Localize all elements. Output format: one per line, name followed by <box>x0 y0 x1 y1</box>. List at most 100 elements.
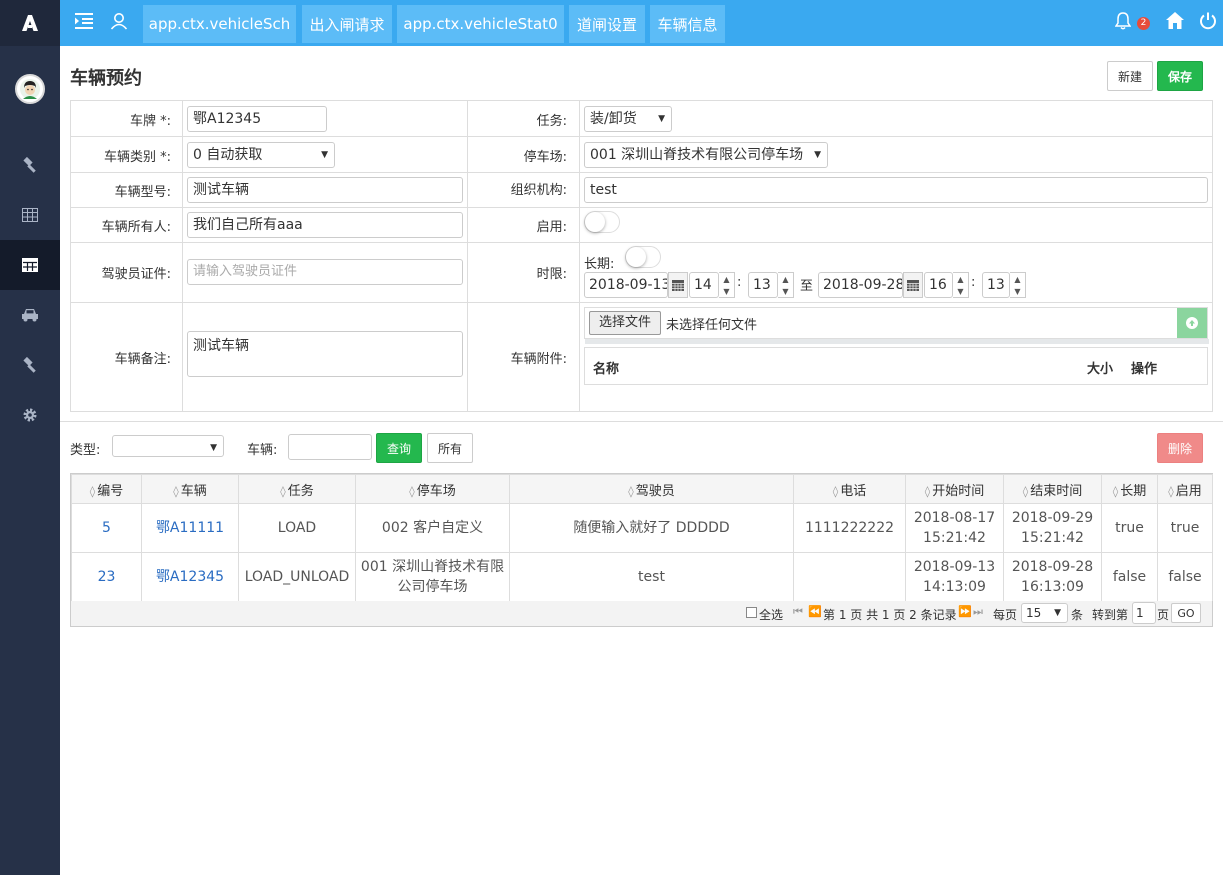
table-row[interactable]: 5 鄂A11111 LOAD 002 客户自定义 随便输入就好了 DDDDD 1… <box>71 503 1213 553</box>
next-page-icon[interactable]: ⏩ <box>958 605 972 618</box>
col-header-phone[interactable]: ◊ 电话 <box>793 474 906 504</box>
goto-page-input[interactable]: 1 <box>1132 602 1156 624</box>
start-calendar-button[interactable] <box>668 272 688 298</box>
cell-start: 2018-08-17 15:21:42 <box>905 503 1004 553</box>
col-header-vehicle[interactable]: ◊ 车辆 <box>141 474 239 504</box>
tab-vehicle-schedule[interactable]: app.ctx.vehicleSch <box>143 5 296 43</box>
time-colon: : <box>737 275 742 290</box>
tab-gate-request[interactable]: 出入闸请求 <box>302 5 392 43</box>
new-button[interactable]: 新建 <box>1107 61 1153 91</box>
reservation-table: ◊ 编号 ◊ 车辆 ◊ 任务 ◊ 停车场 ◊ 驾驶员 ◊ 电话 ◊ 开始时间 ◊ 结束时间 ◊ 长… <box>70 473 1213 603</box>
user-avatar-icon <box>20 79 40 99</box>
no-file-text: 未选择任何文件 <box>666 318 758 333</box>
tab-vehicle-info[interactable]: 车辆信息 <box>650 5 725 43</box>
parking-value: 001 深圳山脊技术有限公司停车场 <box>590 147 804 163</box>
attach-col-ops: 操作 <box>1131 362 1158 377</box>
end-min-input[interactable]: 13 <box>982 272 1010 298</box>
start-min-input[interactable]: 13 <box>748 272 778 298</box>
first-page-icon[interactable]: ⏮ <box>793 605 803 619</box>
cell-driver: 随便输入就好了 DDDDD <box>509 503 794 553</box>
select-all-checkbox[interactable] <box>746 607 757 618</box>
car-icon <box>22 309 38 322</box>
sidebar-item-table[interactable] <box>0 190 60 240</box>
sidebar-item-gate[interactable] <box>0 340 60 390</box>
cell-longterm: true <box>1101 503 1158 553</box>
plate-input[interactable]: 鄂A12345 <box>187 106 327 132</box>
vehicle-filter-label: 车辆: <box>247 443 278 458</box>
enable-toggle[interactable] <box>584 211 620 233</box>
sidebar-item-reservation[interactable] <box>0 240 60 290</box>
owner-label: 车辆所有人: <box>101 220 171 235</box>
parking-label: 停车场: <box>523 150 567 165</box>
start-min-spinner[interactable]: ▲ ▼ <box>778 272 794 298</box>
longterm-toggle[interactable] <box>625 246 661 268</box>
model-input[interactable]: 测试车辆 <box>187 177 463 203</box>
end-hour-input[interactable]: 16 <box>924 272 953 298</box>
notification-badge: 2 <box>1137 17 1150 30</box>
goto-label: 转到第 <box>1092 608 1129 622</box>
select-all-label: 全选 <box>759 608 784 622</box>
remark-textarea[interactable]: 测试车辆 <box>187 331 463 377</box>
user-icon[interactable] <box>110 12 128 34</box>
task-select[interactable]: 装/卸货 <box>584 106 672 132</box>
col-header-parking[interactable]: ◊ 停车场 <box>355 474 510 504</box>
save-button[interactable]: 保存 <box>1157 61 1203 91</box>
prev-page-icon[interactable]: ⏪ <box>808 605 822 618</box>
owner-input[interactable]: 我们自己所有aaa <box>187 212 463 238</box>
home-icon[interactable] <box>1166 12 1184 33</box>
plate-label: 车牌 *: <box>129 114 171 129</box>
time-colon: : <box>971 275 976 290</box>
vehicle-type-select[interactable]: 0 自动获取 <box>187 142 335 168</box>
cell-id[interactable]: 23 <box>71 552 142 602</box>
tab-gate-settings[interactable]: 道闸设置 <box>569 5 645 43</box>
menu-toggle-icon[interactable] <box>74 12 94 34</box>
avatar[interactable] <box>15 74 45 104</box>
vehicle-filter-input[interactable] <box>288 434 372 460</box>
last-page-icon[interactable]: ⏭ <box>973 605 983 619</box>
cell-phone: 1111222222 <box>793 503 906 553</box>
upload-button[interactable] <box>1177 308 1207 338</box>
cell-id[interactable]: 5 <box>71 503 142 553</box>
end-min-spinner[interactable]: ▲ ▼ <box>1010 272 1026 298</box>
sidebar-item-settings[interactable] <box>0 390 60 440</box>
bell-icon[interactable] <box>1114 12 1132 34</box>
table-row[interactable]: 23 鄂A12345 LOAD_UNLOAD 001 深圳山脊技术有限公司停车场… <box>71 552 1213 602</box>
col-header-task[interactable]: ◊ 任务 <box>238 474 356 504</box>
per-page-select[interactable]: 15 <box>1021 603 1068 623</box>
org-input[interactable]: test <box>584 177 1208 203</box>
upload-icon <box>1186 317 1198 329</box>
sidebar-item-vehicle[interactable] <box>0 290 60 340</box>
col-header-driver[interactable]: ◊ 驾驶员 <box>509 474 794 504</box>
col-header-longterm[interactable]: ◊ 长期 <box>1101 474 1158 504</box>
col-header-start[interactable]: ◊ 开始时间 <box>905 474 1004 504</box>
cell-vehicle[interactable]: 鄂A12345 <box>141 552 239 602</box>
cell-vehicle[interactable]: 鄂A11111 <box>141 503 239 553</box>
choose-file-button[interactable]: 选择文件 <box>589 311 661 335</box>
col-header-enabled[interactable]: ◊ 启用 <box>1157 474 1213 504</box>
sidebar-item-tools[interactable] <box>0 140 60 190</box>
to-label: 至 <box>800 279 814 294</box>
calendar-icon <box>907 279 919 291</box>
col-header-end[interactable]: ◊ 结束时间 <box>1003 474 1102 504</box>
query-button[interactable]: 查询 <box>376 433 422 463</box>
end-date-input[interactable]: 2018-09-28 <box>818 272 903 298</box>
power-icon[interactable] <box>1199 12 1217 34</box>
start-hour-spinner[interactable]: ▲ ▼ <box>719 272 735 298</box>
parking-select[interactable]: 001 深圳山脊技术有限公司停车场 <box>584 142 828 168</box>
all-button[interactable]: 所有 <box>427 433 473 463</box>
logo[interactable] <box>0 0 60 46</box>
type-filter-select[interactable] <box>112 435 224 457</box>
start-hour-input[interactable]: 14 <box>689 272 719 298</box>
file-upload-bar: 选择文件 未选择任何文件 <box>584 307 1209 344</box>
end-hour-spinner[interactable]: ▲ ▼ <box>953 272 969 298</box>
go-button[interactable]: GO <box>1171 603 1201 623</box>
license-input[interactable]: 请输入驾驶员证件 <box>187 259 463 285</box>
col-header-id[interactable]: ◊ 编号 <box>71 474 142 504</box>
start-date-input[interactable]: 2018-09-13 <box>584 272 668 298</box>
end-calendar-button[interactable] <box>903 272 923 298</box>
tab-vehicle-stat[interactable]: app.ctx.vehicleStat0 <box>397 5 564 43</box>
gear-icon <box>23 408 37 422</box>
delete-button[interactable]: 删除 <box>1157 433 1203 463</box>
page-title: 车辆预约 <box>70 68 142 89</box>
per-page-unit: 条 <box>1071 608 1084 622</box>
